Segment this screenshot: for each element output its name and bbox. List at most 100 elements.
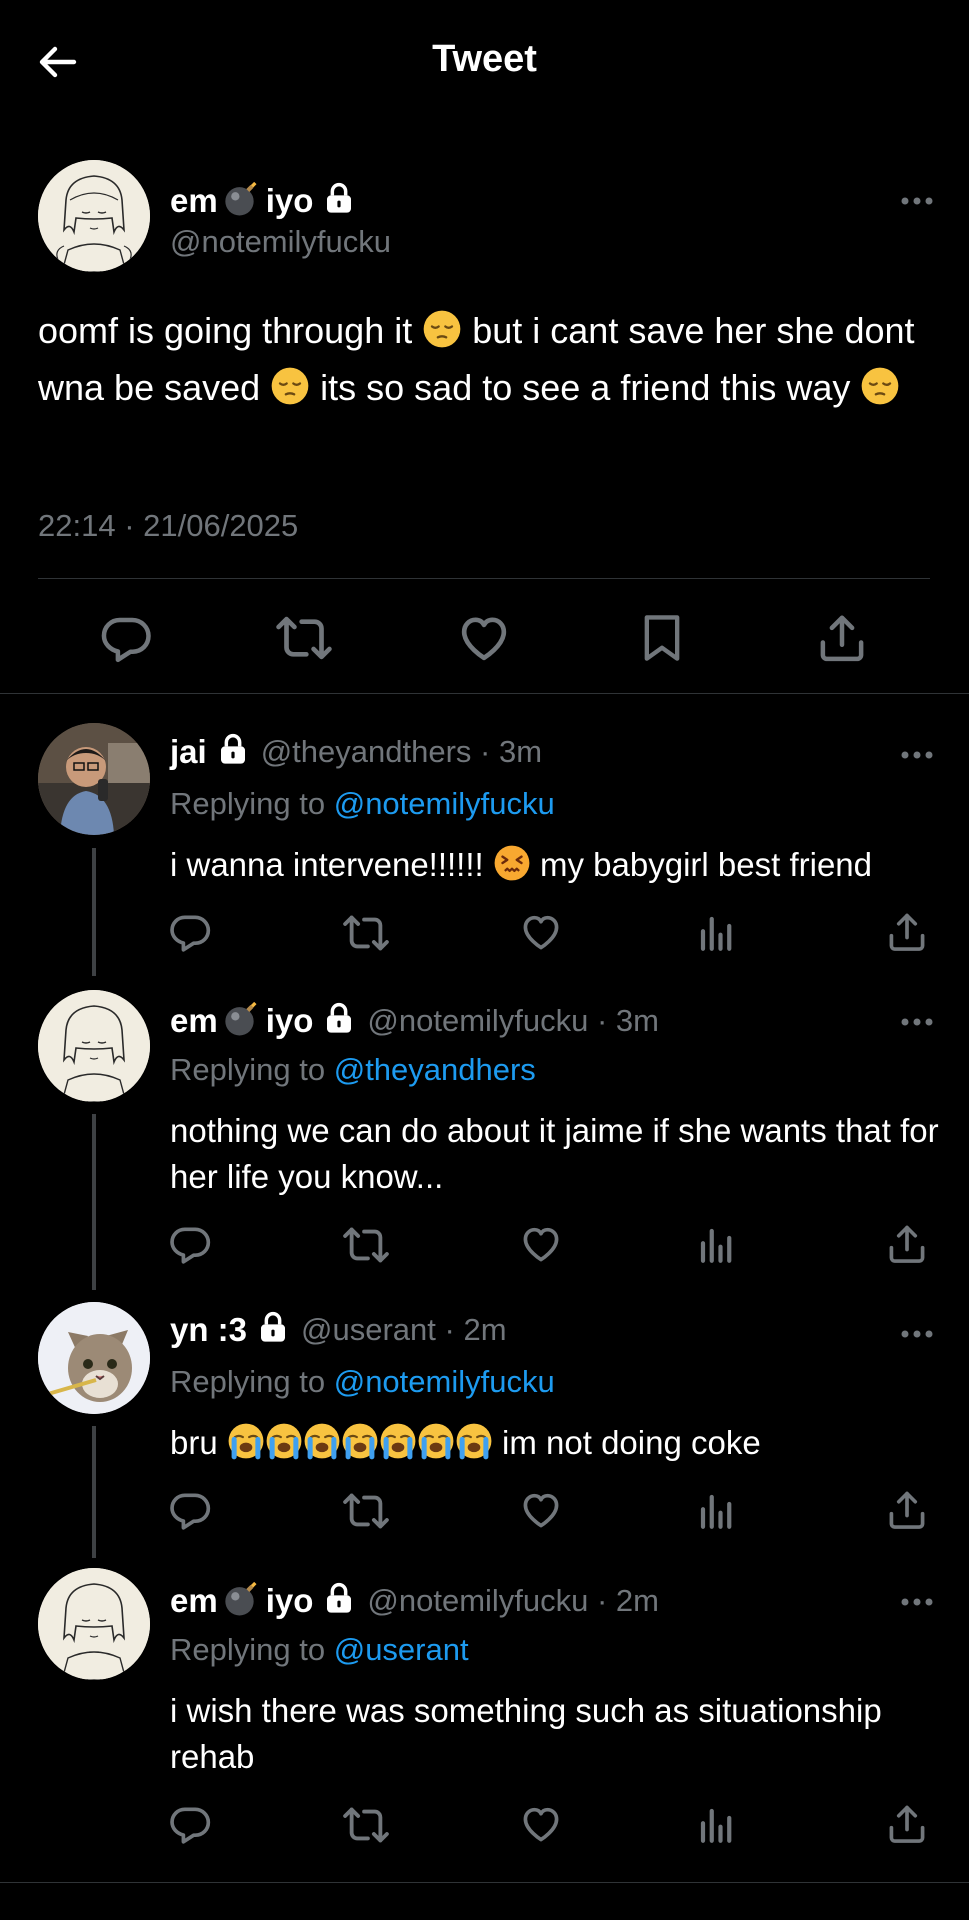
- reply-button[interactable]: [168, 910, 212, 954]
- retweet-button[interactable]: [343, 1222, 389, 1268]
- bomb-emoji-icon: [222, 178, 262, 223]
- loudly-crying-face-emoji: [455, 1422, 493, 1472]
- avatar[interactable]: [38, 1568, 150, 1680]
- handle-time: @notemilyfucku · 2m: [367, 1582, 659, 1618]
- loudly-crying-face-emoji: [265, 1422, 303, 1472]
- reply-text: i wanna intervene!!!!!! my babygirl best…: [170, 842, 950, 894]
- display-name: yn :3: [170, 1310, 248, 1348]
- loudly-crying-face-emoji: [341, 1422, 379, 1472]
- tweet-timestamp[interactable]: 22:14 · 21/06/2025: [38, 508, 298, 544]
- top-bar: Tweet: [0, 0, 969, 125]
- lock-icon: [323, 1001, 355, 1040]
- page-title: Tweet: [432, 38, 537, 80]
- lock-icon: [323, 181, 355, 220]
- display-name-left: em: [170, 1001, 218, 1039]
- tweet-text-part: oomf is going through it: [38, 310, 423, 351]
- share-icon: [815, 611, 869, 665]
- replying-to: Replying to @notemilyfucku: [170, 1364, 555, 1400]
- reply-button[interactable]: [96, 610, 156, 666]
- retweet-button[interactable]: [274, 610, 334, 666]
- lock-icon: [323, 1581, 355, 1620]
- author-name-row[interactable]: em iyo: [170, 178, 355, 223]
- mention-link[interactable]: @theyandhers: [334, 1052, 536, 1087]
- author-handle[interactable]: @notemilyfucku: [170, 224, 391, 260]
- avatar[interactable]: [38, 990, 150, 1102]
- reply-text-part: my babygirl best friend: [530, 846, 873, 883]
- share-button[interactable]: [885, 1222, 929, 1266]
- replying-prefix: Replying to: [170, 786, 334, 821]
- bookmark-button[interactable]: [632, 610, 692, 666]
- like-button[interactable]: [519, 1222, 563, 1266]
- reply-bubble-icon: [99, 611, 153, 665]
- reply-header[interactable]: yn :3 @userant · 2m: [170, 1310, 507, 1349]
- share-button[interactable]: [885, 910, 929, 954]
- more-horizontal-icon[interactable]: [900, 193, 934, 205]
- like-button[interactable]: [519, 1488, 563, 1532]
- more-horizontal-icon[interactable]: [900, 1014, 934, 1026]
- avatar[interactable]: [38, 723, 150, 835]
- replying-to: Replying to @userant: [170, 1632, 469, 1668]
- share-button[interactable]: [885, 1802, 929, 1846]
- replying-to: Replying to @notemilyfucku: [170, 786, 555, 822]
- reply-header[interactable]: em iyo @notemilyfucku · 3m: [170, 998, 659, 1043]
- handle-time: @theyandthers · 3m: [260, 733, 543, 769]
- reply-button[interactable]: [168, 1222, 212, 1266]
- reply-text-part: im not doing coke: [492, 1424, 761, 1461]
- thread-line: [92, 1426, 96, 1558]
- views-button[interactable]: [696, 1490, 738, 1532]
- replying-prefix: Replying to: [170, 1364, 334, 1399]
- like-button[interactable]: [519, 1802, 563, 1846]
- reply-text: nothing we can do about it jaime if she …: [170, 1112, 939, 1195]
- retweet-icon: [276, 610, 332, 666]
- pensive-face-emoji: [270, 366, 310, 419]
- replying-prefix: Replying to: [170, 1632, 334, 1667]
- share-button[interactable]: [885, 1488, 929, 1532]
- reply-button[interactable]: [168, 1488, 212, 1532]
- thread-line: [92, 848, 96, 976]
- mention-link[interactable]: @notemilyfucku: [334, 1364, 555, 1399]
- display-name-right: iyo: [265, 1581, 314, 1619]
- share-button[interactable]: [812, 610, 872, 666]
- more-horizontal-icon[interactable]: [900, 1326, 934, 1338]
- views-button[interactable]: [696, 1224, 738, 1266]
- avatar[interactable]: [38, 1302, 150, 1414]
- reply-text: bru im not doing coke: [170, 1420, 950, 1472]
- lock-icon: [217, 732, 249, 771]
- pensive-face-emoji: [860, 366, 900, 419]
- retweet-button[interactable]: [343, 1488, 389, 1534]
- retweet-button[interactable]: [343, 1802, 389, 1848]
- display-name-left: em: [170, 1581, 218, 1619]
- handle-time: @notemilyfucku · 3m: [367, 1002, 659, 1038]
- more-horizontal-icon[interactable]: [900, 1594, 934, 1606]
- replying-to: Replying to @theyandhers: [170, 1052, 536, 1088]
- loudly-crying-face-emoji: [303, 1422, 341, 1472]
- tweet-text-part: its so sad to see a friend this way: [310, 367, 861, 408]
- display-name-left: em: [170, 181, 218, 219]
- pensive-face-emoji: [422, 309, 462, 362]
- retweet-button[interactable]: [343, 910, 389, 956]
- confounded-face-emoji: [493, 844, 531, 894]
- divider: [0, 693, 969, 694]
- views-button[interactable]: [696, 912, 738, 954]
- more-horizontal-icon[interactable]: [900, 747, 934, 759]
- mention-link[interactable]: @userant: [334, 1632, 469, 1667]
- reply-header[interactable]: jai @theyandthers · 3m: [170, 732, 542, 771]
- replying-prefix: Replying to: [170, 1052, 334, 1087]
- loudly-crying-face-emoji: [379, 1422, 417, 1472]
- display-name: jai: [170, 732, 207, 770]
- thread-line: [92, 1114, 96, 1290]
- bookmark-icon: [636, 611, 688, 665]
- reply-text: i wish there was something such as situa…: [170, 1692, 882, 1775]
- loudly-crying-face-emoji: [227, 1422, 265, 1472]
- like-button[interactable]: [519, 910, 563, 954]
- reply-button[interactable]: [168, 1802, 212, 1846]
- handle-time: @userant · 2m: [301, 1311, 507, 1347]
- reply-header[interactable]: em iyo @notemilyfucku · 2m: [170, 1578, 659, 1623]
- divider: [0, 1882, 969, 1883]
- mention-link[interactable]: @notemilyfucku: [334, 786, 555, 821]
- like-button[interactable]: [454, 610, 514, 666]
- views-button[interactable]: [696, 1804, 738, 1846]
- display-name-right: iyo: [265, 181, 314, 219]
- heart-icon: [456, 610, 512, 666]
- avatar[interactable]: [38, 160, 150, 272]
